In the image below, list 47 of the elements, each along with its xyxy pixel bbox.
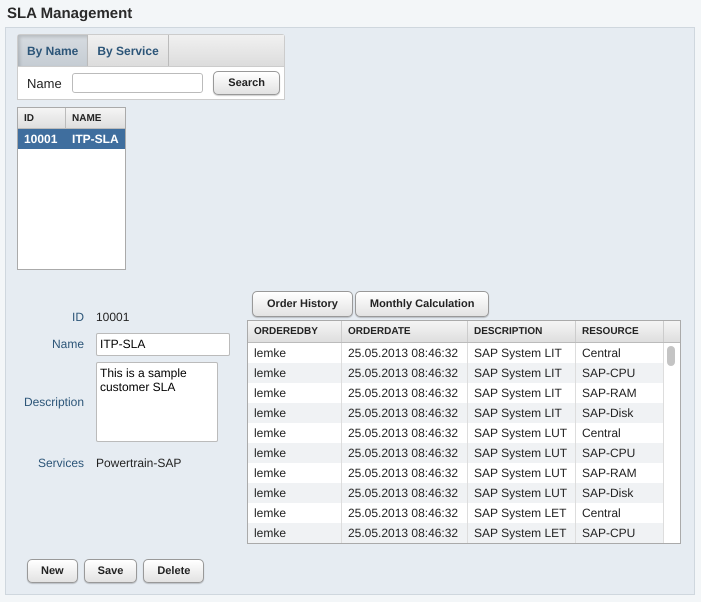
column-header[interactable]: ORDERDATE — [342, 321, 468, 342]
action-button[interactable]: Delete — [143, 559, 204, 583]
table-cell: SAP-Disk — [576, 403, 664, 423]
table-row[interactable]: 10001 ITP-SLA — [18, 129, 125, 149]
column-header[interactable]: RESOURCE — [576, 321, 664, 342]
table-cell: lemke — [248, 403, 342, 423]
search-tab[interactable]: By Name — [18, 35, 88, 66]
table-cell: SAP System LIT — [468, 403, 576, 423]
action-button[interactable]: Save — [84, 559, 138, 583]
name-label: Name — [50, 337, 84, 351]
table-cell: SAP-CPU — [576, 523, 664, 543]
table-cell: 25.05.2013 08:46:32 — [342, 523, 468, 543]
table-cell: 25.05.2013 08:46:32 — [342, 483, 468, 503]
name-field[interactable]: ITP-SLA — [96, 332, 230, 356]
table-cell: SAP System LUT — [468, 483, 576, 503]
description-field[interactable]: This is a sample customer SLA — [96, 362, 218, 442]
table-cell: SAP-CPU — [576, 443, 664, 463]
table-cell: lemke — [248, 363, 342, 383]
table-cell: lemke — [248, 523, 342, 543]
services-label: Services — [36, 456, 84, 470]
detail-tab-button[interactable]: Monthly Calculation — [354, 291, 490, 317]
services-value: Powertrain-SAP — [96, 456, 182, 470]
table-cell: SAP-CPU — [576, 363, 664, 383]
id-value: 10001 — [96, 310, 130, 324]
action-button[interactable]: New — [27, 559, 78, 583]
table-cell: SAP System LUT — [468, 443, 576, 463]
table-cell: SAP-Disk — [576, 483, 664, 503]
name-search-field[interactable] — [72, 73, 203, 93]
search-button[interactable]: Search — [213, 71, 280, 95]
table-cell: 25.05.2013 08:46:32 — [342, 403, 468, 423]
column-header[interactable]: NAME — [66, 108, 125, 128]
scrollbar-thumb[interactable] — [667, 346, 675, 366]
search-tab[interactable]: By Service — [88, 35, 169, 66]
column-header[interactable]: DESCRIPTION — [468, 321, 576, 342]
column-header[interactable]: ORDEREDBY — [248, 321, 342, 342]
table-cell: SAP System LET — [468, 523, 576, 543]
table-cell: 25.05.2013 08:46:32 — [342, 363, 468, 383]
description-label: Description — [22, 395, 84, 409]
name-label: Name — [27, 76, 62, 90]
id-label: ID — [71, 310, 84, 324]
column-header[interactable]: ID — [18, 108, 66, 128]
detail-tab-button[interactable]: Order History — [252, 291, 353, 317]
table-cell: lemke — [248, 443, 342, 463]
table-cell: SAP System LIT — [468, 363, 576, 383]
table-cell: lemke — [248, 483, 342, 503]
page-title: SLA Management — [7, 5, 134, 24]
table-cell: 25.05.2013 08:46:32 — [342, 443, 468, 463]
